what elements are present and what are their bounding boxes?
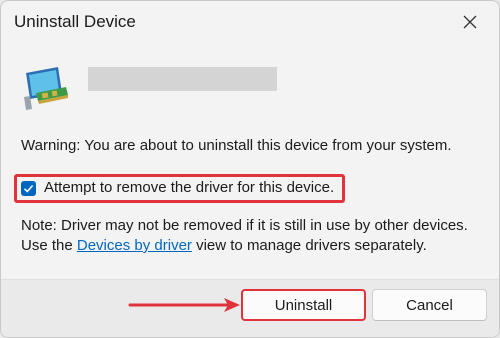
remove-driver-label[interactable]: Attempt to remove the driver for this de… bbox=[44, 179, 334, 196]
dialog-title: Uninstall Device bbox=[14, 12, 136, 31]
arrow-annotation-icon bbox=[128, 298, 240, 312]
warning-text: Warning: You are about to uninstall this… bbox=[21, 137, 452, 154]
close-button[interactable] bbox=[455, 7, 485, 37]
network-adapter-icon bbox=[24, 67, 68, 110]
device-name-placeholder bbox=[88, 67, 277, 91]
uninstall-button[interactable]: Uninstall bbox=[241, 289, 366, 321]
checkmark-icon bbox=[23, 184, 34, 193]
note-after-link: view to manage drivers separately. bbox=[191, 237, 427, 254]
title-bar: Uninstall Device bbox=[1, 1, 499, 43]
cancel-button[interactable]: Cancel bbox=[372, 289, 487, 321]
uninstall-device-dialog: Uninstall Device Warning: You are about … bbox=[0, 0, 500, 338]
note-text: Note: Driver may not be removed if it is… bbox=[21, 216, 491, 256]
remove-driver-checkbox[interactable] bbox=[21, 181, 36, 196]
close-icon bbox=[463, 15, 477, 29]
devices-by-driver-link[interactable]: Devices by driver bbox=[77, 237, 192, 254]
